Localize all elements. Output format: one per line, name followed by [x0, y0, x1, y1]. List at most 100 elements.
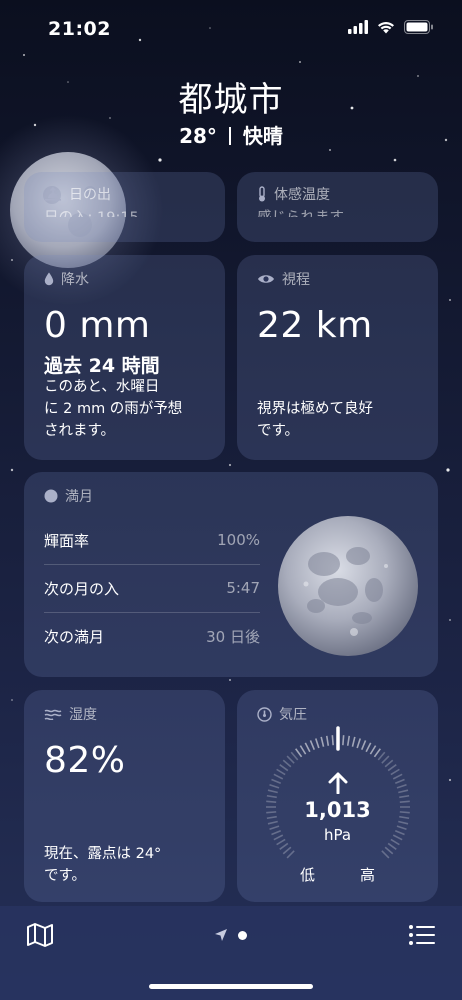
gauge-tick: [279, 842, 289, 850]
gauge-tick: [325, 735, 330, 746]
gauge-tick: [320, 736, 325, 747]
humidity-icon: [44, 709, 62, 720]
gauge-tick: [276, 768, 286, 776]
precipitation-value: 0 mm: [44, 305, 151, 346]
gauge-tick: [360, 740, 367, 751]
sunrise-card-header: 日の出: [44, 184, 111, 204]
gauge-tick: [351, 736, 356, 747]
location-arrow-icon[interactable]: [214, 928, 228, 942]
home-indicator: [149, 984, 313, 989]
eye-icon: [258, 275, 274, 283]
humidity-desc-line2: です。: [44, 868, 87, 884]
pressure-value: 1,013: [304, 798, 371, 822]
moon-card-header: 満月: [44, 486, 93, 506]
gauge-tick: [384, 759, 394, 768]
visibility-desc-line2: です。: [257, 423, 300, 439]
gauge-tick: [377, 751, 386, 761]
gauge-tick: [398, 789, 409, 794]
current-condition: 快晴: [242, 124, 283, 148]
gauge-tick: [384, 846, 394, 855]
gauge-tick: [299, 745, 307, 755]
gauge-tick: [387, 842, 397, 850]
current-temperature: 28°: [179, 124, 217, 148]
moon-row-label: 次の月の入: [44, 579, 120, 598]
visibility-desc-line1: 視界は極めて良好: [257, 401, 373, 417]
summary-separator: [228, 127, 231, 145]
pressure-card-title: 気圧: [279, 707, 307, 723]
gauge-tick: [346, 735, 351, 746]
feels-like-card-title: 体感温度: [274, 187, 330, 203]
sunrise-card[interactable]: 日の出 日の入: 19:15: [24, 172, 225, 242]
visibility-value: 22 km: [257, 305, 373, 346]
weather-summary: 28° 快晴: [0, 120, 462, 149]
gauge-tick: [373, 748, 381, 758]
wifi-icon: [378, 22, 394, 34]
gauge-tick: [381, 850, 390, 859]
list-icon[interactable]: [408, 924, 436, 946]
pressure-unit: hPa: [323, 826, 352, 844]
visibility-card[interactable]: 視程 22 km 視界は極めて良好 です。: [237, 255, 438, 460]
gauge-tick: [282, 846, 292, 855]
gauge-tick: [369, 745, 377, 755]
gauge-tick: [295, 748, 303, 758]
moon-row-label: 輝面率: [44, 531, 90, 550]
humidity-value: 82%: [44, 740, 126, 781]
moon-row-value: 5:47: [226, 579, 260, 597]
moon-card-title: 満月: [65, 489, 93, 505]
gauge-tick: [286, 850, 295, 859]
precipitation-card-title: 降水: [61, 272, 89, 288]
moon-row-value: 30 日後: [206, 627, 260, 646]
sunrise-partial-text: 日の入: 19:15: [44, 210, 139, 226]
humidity-desc-line1: 現在、露点は 24°: [44, 846, 162, 862]
moon-row-label: 次の満月: [44, 627, 105, 646]
map-icon[interactable]: [26, 922, 54, 948]
gauge-tick: [290, 751, 299, 761]
moon-row-moonset: 次の月の入 5:47: [44, 564, 260, 612]
page-indicator-dot[interactable]: [238, 931, 247, 940]
moon-row-next-full-moon: 次の満月 30 日後: [44, 612, 260, 660]
humidity-card-title: 湿度: [69, 707, 97, 723]
signal-icon: [348, 20, 368, 34]
gauge-tick: [267, 789, 278, 794]
city-name: 都城市: [178, 80, 284, 120]
sunrise-card-title: 日の出: [69, 187, 111, 203]
feels-like-card-header: 体感温度: [257, 184, 330, 204]
gauge-tick: [394, 778, 405, 785]
precipitation-card[interactable]: 降水 0 mm 過去 24 時間 このあと、水曜日 に 2 mm の雨が予想 さ…: [24, 255, 225, 460]
gauge-tick: [282, 759, 292, 768]
full-moon-icon: [44, 489, 58, 503]
gauge-tick: [381, 755, 390, 764]
moon-card[interactable]: 満月 輝面率 100% 次の月の入 5:47 次の満月 30 日後: [24, 472, 438, 677]
gauge-tick: [309, 740, 316, 751]
battery-icon: [404, 20, 433, 34]
gauge-tick: [331, 735, 334, 746]
gauge-tick: [314, 738, 320, 749]
pressure-high-label: 高: [360, 866, 376, 884]
gauge-tick: [356, 738, 362, 749]
status-time: 21:02: [48, 18, 111, 40]
gauge-tick: [390, 768, 400, 776]
moon-image: [278, 516, 418, 656]
status-icons: [348, 20, 434, 34]
feels-like-card[interactable]: 体感温度 感じられます。: [237, 172, 438, 242]
moon-row-value: 100%: [217, 531, 260, 549]
thermometer-icon: [259, 186, 265, 202]
gauge-tick: [365, 742, 372, 753]
pressure-card[interactable]: 気圧 1,013 hPa 低 高: [237, 690, 438, 902]
gauge-tick: [396, 783, 407, 789]
visibility-card-header: 視程: [257, 269, 310, 289]
pressure-low-label: 低: [300, 866, 316, 884]
gauge-tick: [286, 755, 295, 764]
gauge-tick: [279, 764, 289, 772]
gauge-tick: [304, 742, 311, 753]
precipitation-desc-line2: に 2 mm の雨が予想: [44, 401, 183, 417]
precipitation-desc-line1: このあと、水曜日: [44, 379, 160, 395]
gauge-tick: [271, 778, 282, 785]
gauge-tick: [342, 735, 345, 746]
humidity-card[interactable]: 湿度 82% 現在、露点は 24° です。: [24, 690, 225, 902]
gauge-tick: [387, 764, 397, 772]
precipitation-desc-line3: されます。: [44, 423, 116, 439]
precipitation-period: 過去 24 時間: [44, 355, 160, 377]
pressure-card-header: 気圧: [257, 704, 307, 724]
gauge-tick: [269, 783, 280, 789]
